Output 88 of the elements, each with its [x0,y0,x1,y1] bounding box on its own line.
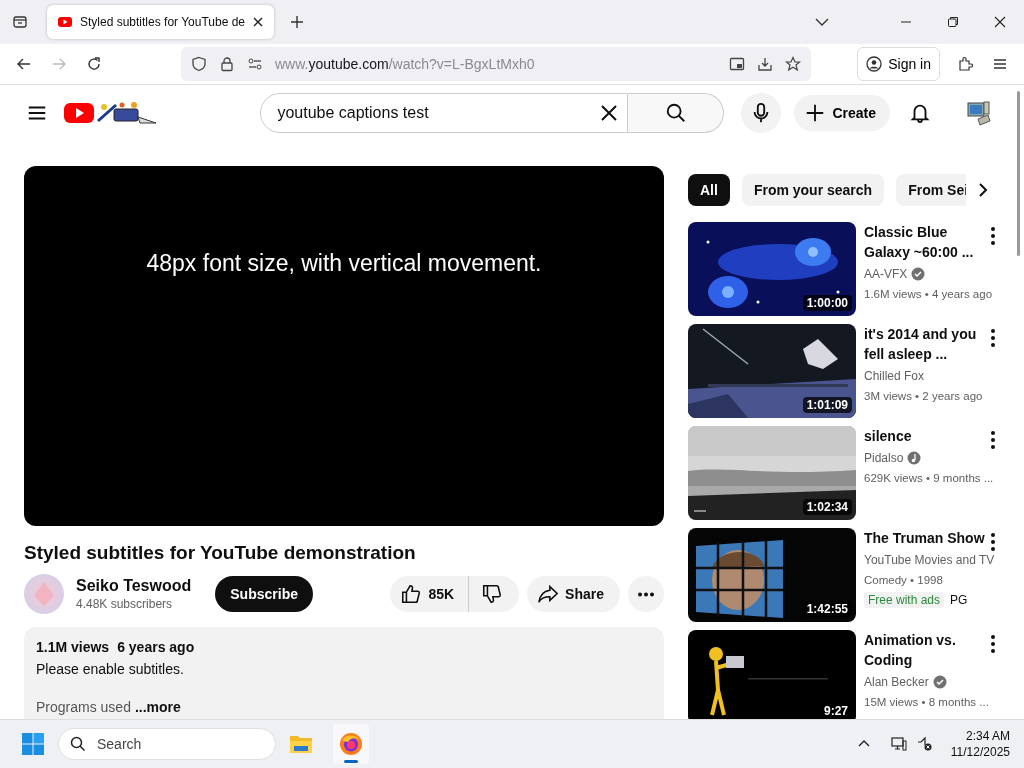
speaker-muted-icon[interactable] [916,736,933,752]
verified-check-icon [932,675,947,689]
download-icon[interactable] [757,56,773,72]
description-panel[interactable]: 1.1M views 6 years ago Please enable subtitles. Programs used ...more [24,627,664,719]
more-options-icon[interactable] [990,532,996,552]
video-meta: Comedy • 1998 [864,573,943,588]
channel-name[interactable]: Alan Becker [864,673,929,691]
subscribe-button[interactable]: Subscribe [215,576,313,612]
video-duration: 1:42:55 [802,601,852,617]
description-text: Programs used [36,699,131,715]
search-icon [664,102,687,124]
video-title[interactable]: it's 2014 and you fell asleep ... [864,324,988,364]
video-meta: 3M views • 2 years ago [864,389,983,404]
like-button[interactable]: 85K [390,576,470,612]
voice-search-button[interactable] [741,93,782,133]
channel-name[interactable]: Chilled Fox [864,367,925,385]
more-options-icon[interactable] [990,226,996,246]
view-count: 1.1M views [36,639,110,655]
address-bar[interactable]: www.youtube.com/watch?v=L-BgxLtMxh0 [181,47,811,81]
reload-icon[interactable] [86,56,102,72]
new-tab-icon[interactable] [289,14,305,30]
thumbs-down-icon [481,583,504,605]
extensions-icon[interactable] [957,56,973,72]
sign-in-button[interactable]: Sign in [857,47,940,81]
channel-name[interactable]: Seiko Teswood [76,577,192,595]
lock-icon[interactable] [219,56,235,72]
video-title: Styled subtitles for YouTube demonstration [24,542,417,564]
video-duration: 1:01:09 [802,397,852,413]
video-title[interactable]: silence [864,426,988,446]
video-duration: 1:00:00 [802,295,852,311]
favicon-icon [57,14,73,30]
notifications-bell-icon[interactable] [909,102,931,124]
permissions-icon[interactable] [247,56,263,72]
more-options-icon[interactable] [990,634,996,654]
tab-title: Styled subtitles for YouTube de [80,15,245,29]
search-button[interactable] [628,93,725,133]
video-player[interactable]: 48px font size, with vertical movement. [24,166,664,526]
scrollbar-thumb[interactable] [1017,91,1020,256]
start-icon[interactable] [21,732,45,756]
upload-age: 6 years ago [117,639,195,655]
close-tab-icon[interactable] [252,16,264,28]
account-icon [866,56,883,72]
url-text: www.youtube.com/watch?v=L-BgxLtMxh0 [275,56,535,72]
network-icon[interactable] [890,736,907,752]
video-meta: 629K views • 9 months ... [864,471,994,486]
more-actions-button[interactable] [628,576,664,612]
query-input[interactable]: youtube captions test [260,93,629,133]
clock-date[interactable]: 11/12/2025 [950,744,1010,760]
rating-label: PG [950,592,968,608]
bookmark-star-icon[interactable] [785,56,801,72]
computer-avatar-icon[interactable] [964,99,992,127]
channel-name[interactable]: YouTube Movies and TV [864,551,995,569]
share-button[interactable]: Share [527,576,620,612]
video-duration: 1:02:34 [802,499,852,515]
back-icon[interactable] [16,56,32,72]
video-meta: 15M views • 8 months ... [864,695,989,710]
share-arrow-icon [537,583,560,605]
channel-name[interactable]: Pidalso [864,449,904,467]
video-title[interactable]: Classic Blue Galaxy ~60:00 ... [864,222,988,262]
more-options-icon[interactable] [990,328,996,348]
clock-time[interactable]: 2:34 AM [965,728,1010,744]
restore-icon[interactable] [947,16,959,28]
music-note-icon [907,451,922,465]
close-window-icon[interactable] [994,16,1006,28]
tab-list-icon[interactable] [12,14,28,30]
video-title[interactable]: Animation vs. Coding [864,630,988,670]
browser-app-icon[interactable] [339,732,363,756]
dislike-button[interactable] [469,576,520,612]
show-more-link[interactable]: ...more [134,699,181,715]
description-text: Please enable subtitles. [36,660,185,679]
shield-icon[interactable] [191,56,207,72]
channel-name[interactable]: AA-VFX [864,265,908,283]
more-dots-icon [637,591,655,597]
create-button[interactable]: Create [794,95,890,131]
browser-tab[interactable]: Styled subtitles for YouTube de [47,5,274,39]
clear-search-icon[interactable] [600,104,619,122]
video-meta: 1.6M views • 4 years ago [864,287,993,302]
video-subtitle: 48px font size, with vertical movement. [146,250,542,277]
subscriber-count: 4.48K subscribers [76,597,174,611]
more-options-icon[interactable] [990,430,996,450]
video-title[interactable]: The Truman Show [864,528,988,548]
verified-check-icon [911,267,926,281]
thumbs-up-icon [400,583,423,605]
filter-chip[interactable]: All [688,174,730,206]
filter-chip[interactable]: From your search [741,174,885,206]
taskbar-search-field[interactable]: Search [58,728,276,760]
free-with-ads-badge: Free with ads [864,592,945,608]
picture-in-picture-icon[interactable] [729,56,745,72]
